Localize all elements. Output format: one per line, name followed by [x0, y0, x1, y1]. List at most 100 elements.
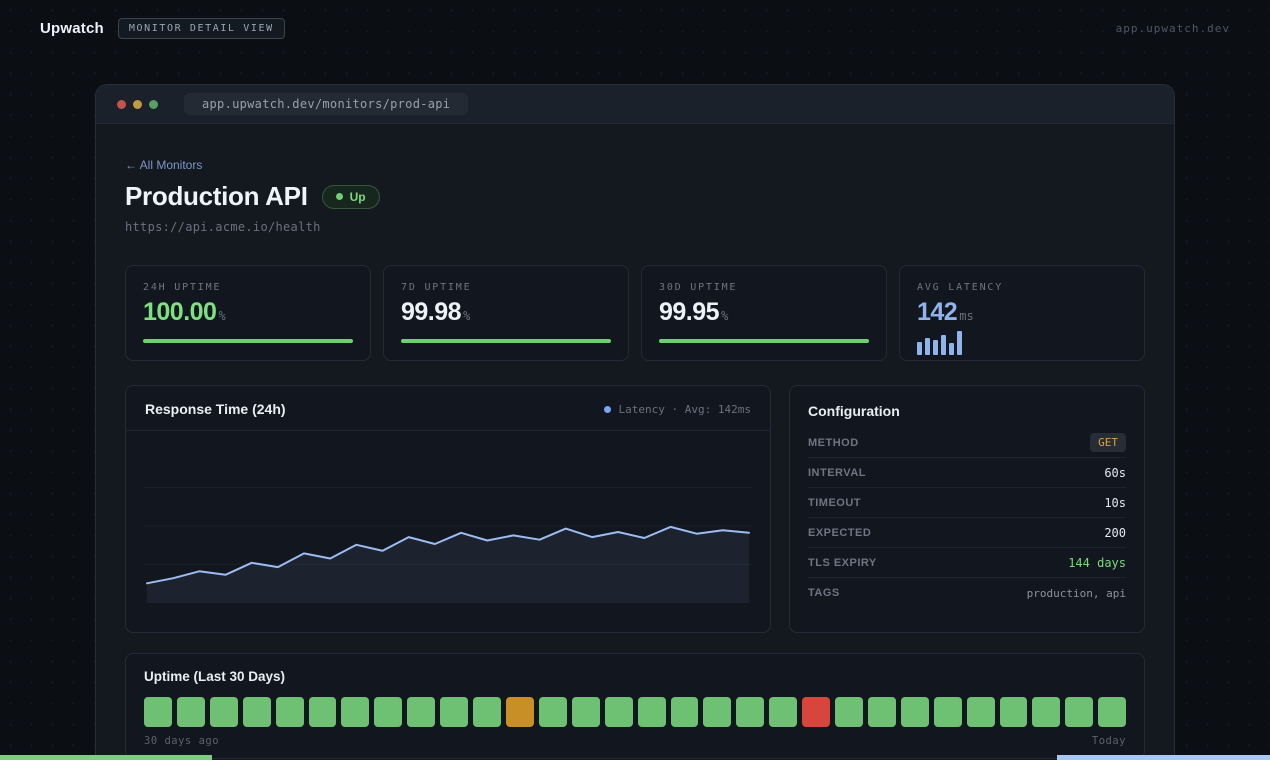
uptime-day-28-up[interactable] — [1032, 697, 1060, 727]
chart-header: Response Time (24h) Latency · Avg: 142ms — [126, 386, 770, 431]
config-value: 200 — [1104, 526, 1126, 540]
traffic-light-minimize-icon — [133, 100, 142, 109]
config-row-tls-expiry: TLS EXPIRY 144 days — [808, 548, 1126, 578]
uptime-day-grid — [144, 697, 1126, 727]
uptime-day-18-up[interactable] — [703, 697, 731, 727]
uptime-day-2-up[interactable] — [177, 697, 205, 727]
stat-value: 99.95 — [659, 298, 719, 327]
legend-label: Latency · Avg: 142ms — [619, 403, 751, 416]
method-badge: GET — [1090, 433, 1126, 452]
uptime-day-21-down[interactable] — [802, 697, 830, 727]
config-row-tags: TAGS production, api — [808, 578, 1126, 608]
uptime-day-22-up[interactable] — [835, 697, 863, 727]
config-label: EXPECTED — [808, 527, 871, 539]
stat-unit: % — [721, 309, 728, 323]
stat-label: 24H UPTIME — [143, 282, 353, 293]
topbar-domain: app.upwatch.dev — [1116, 22, 1230, 35]
uptime-day-12-degraded[interactable] — [506, 697, 534, 727]
uptime-day-3-up[interactable] — [210, 697, 238, 727]
uptime-day-30-up[interactable] — [1098, 697, 1126, 727]
configuration-rows: METHOD GET INTERVAL 60s TIMEOUT 10s EXPE… — [808, 428, 1126, 608]
browser-window: app.upwatch.dev/monitors/prod-api ← All … — [95, 84, 1175, 760]
uptime-day-15-up[interactable] — [605, 697, 633, 727]
sparkline-bar — [933, 340, 938, 355]
uptime-history-card: Uptime (Last 30 Days) 30 days ago Today — [125, 653, 1145, 759]
title-row: Production API Up — [125, 181, 1145, 212]
status-label: Up — [350, 190, 366, 204]
uptime-day-8-up[interactable] — [374, 697, 402, 727]
config-value: production, api — [1027, 587, 1126, 600]
legend-dot-icon — [604, 406, 611, 413]
sparkline-bar — [949, 343, 954, 355]
config-value: 144 days — [1068, 556, 1126, 570]
config-row-timeout: TIMEOUT 10s — [808, 488, 1126, 518]
config-row-expected: EXPECTED 200 — [808, 518, 1126, 548]
uptime-day-27-up[interactable] — [1000, 697, 1028, 727]
uptime-day-19-up[interactable] — [736, 697, 764, 727]
stat-card-7d-uptime: 7D UPTIME 99.98 % — [383, 265, 629, 361]
traffic-light-maximize-icon — [149, 100, 158, 109]
uptime-day-14-up[interactable] — [572, 697, 600, 727]
uptime-day-16-up[interactable] — [638, 697, 666, 727]
uptime-day-11-up[interactable] — [473, 697, 501, 727]
top-bar: Upwatch MONITOR DETAIL VIEW app.upwatch.… — [0, 0, 1270, 56]
config-value: 10s — [1104, 496, 1126, 510]
chart-title: Response Time (24h) — [145, 401, 286, 417]
brand-logo: Upwatch — [40, 20, 104, 37]
config-row-method: METHOD GET — [808, 428, 1126, 458]
uptime-day-9-up[interactable] — [407, 697, 435, 727]
bottom-green-accent-bar — [0, 755, 212, 760]
uptime-range-start-label: 30 days ago — [144, 735, 219, 747]
main-row: Response Time (24h) Latency · Avg: 142ms… — [125, 385, 1145, 633]
stat-unit: % — [218, 309, 225, 323]
stat-label: 7D UPTIME — [401, 282, 611, 293]
chart-body — [126, 431, 770, 622]
uptime-day-5-up[interactable] — [276, 697, 304, 727]
status-dot-icon — [336, 193, 343, 200]
sparkline-bar — [917, 342, 922, 355]
sparkline-bar — [925, 338, 930, 355]
uptime-day-20-up[interactable] — [769, 697, 797, 727]
stat-label: 30D UPTIME — [659, 282, 869, 293]
configuration-card: Configuration METHOD GET INTERVAL 60s TI… — [789, 385, 1145, 633]
view-badge: MONITOR DETAIL VIEW — [118, 18, 285, 39]
stat-value: 142 — [917, 298, 957, 327]
uptime-footer: 30 days ago Today — [144, 735, 1126, 747]
uptime-day-17-up[interactable] — [671, 697, 699, 727]
uptime-day-24-up[interactable] — [901, 697, 929, 727]
back-to-monitors-link[interactable]: ← All Monitors — [125, 158, 202, 172]
latency-sparkline — [917, 331, 1127, 355]
uptime-day-23-up[interactable] — [868, 697, 896, 727]
page-content: ← All Monitors Production API Up https:/… — [96, 124, 1174, 759]
uptime-day-13-up[interactable] — [539, 697, 567, 727]
uptime-title: Uptime (Last 30 Days) — [144, 669, 1126, 684]
uptime-progress-bar — [143, 339, 353, 343]
config-label: TAGS — [808, 587, 840, 599]
config-label: TLS EXPIRY — [808, 557, 877, 569]
stat-value: 100.00 — [143, 298, 216, 327]
config-row-interval: INTERVAL 60s — [808, 458, 1126, 488]
traffic-light-close-icon — [117, 100, 126, 109]
page-title: Production API — [125, 181, 308, 212]
response-time-plot[interactable] — [144, 441, 752, 617]
uptime-day-25-up[interactable] — [934, 697, 962, 727]
stat-card-30d-uptime: 30D UPTIME 99.95 % — [641, 265, 887, 361]
config-label: METHOD — [808, 437, 859, 449]
uptime-day-29-up[interactable] — [1065, 697, 1093, 727]
config-label: INTERVAL — [808, 467, 866, 479]
monitor-url: https://api.acme.io/health — [125, 220, 1145, 234]
uptime-day-4-up[interactable] — [243, 697, 271, 727]
browser-chrome: app.upwatch.dev/monitors/prod-api — [96, 85, 1174, 124]
stat-value: 99.98 — [401, 298, 461, 327]
stat-unit: ms — [959, 309, 973, 323]
uptime-day-26-up[interactable] — [967, 697, 995, 727]
uptime-progress-bar — [401, 339, 611, 343]
uptime-day-10-up[interactable] — [440, 697, 468, 727]
address-bar: app.upwatch.dev/monitors/prod-api — [184, 93, 468, 115]
uptime-range-end-label: Today — [1092, 735, 1126, 747]
uptime-day-7-up[interactable] — [341, 697, 369, 727]
sparkline-bar — [941, 335, 946, 355]
uptime-day-6-up[interactable] — [309, 697, 337, 727]
configuration-title: Configuration — [808, 403, 1126, 419]
uptime-day-1-up[interactable] — [144, 697, 172, 727]
